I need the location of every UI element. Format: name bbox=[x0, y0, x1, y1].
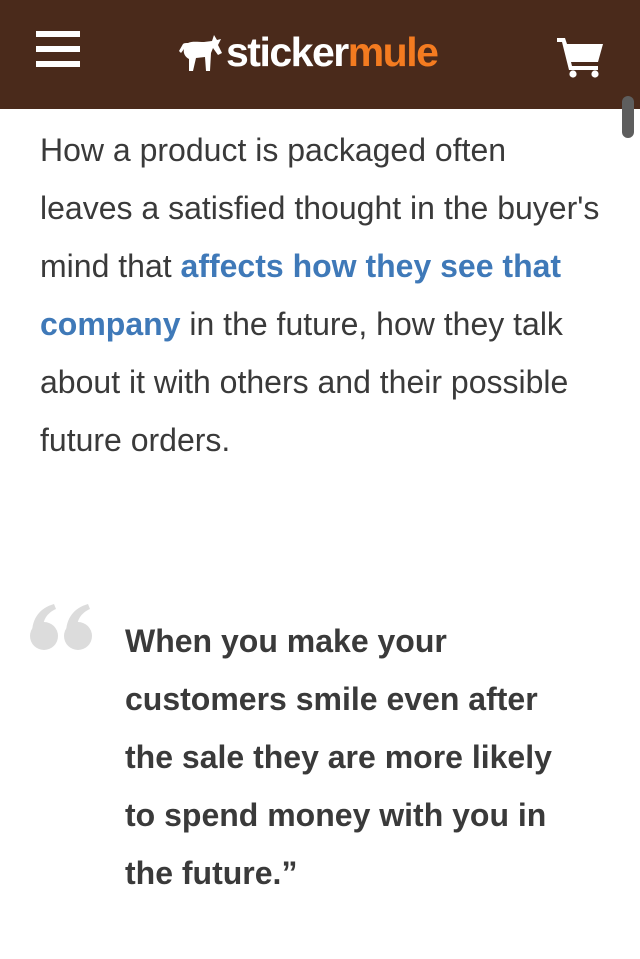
hamburger-menu-icon[interactable] bbox=[36, 31, 82, 73]
logo-wordmark: stickermule bbox=[226, 28, 439, 75]
mule-icon bbox=[179, 35, 222, 71]
logo-text-mule: mule bbox=[347, 28, 439, 75]
quote-icon bbox=[30, 604, 92, 650]
logo-text-sticker: sticker bbox=[226, 28, 349, 75]
scrollbar[interactable] bbox=[622, 96, 634, 138]
menu-bar bbox=[36, 61, 80, 67]
intro-paragraph: How a product is packaged often leaves a… bbox=[40, 121, 600, 469]
menu-bar bbox=[36, 46, 80, 52]
site-header: stickermule bbox=[0, 0, 640, 109]
menu-bar bbox=[36, 31, 80, 37]
pull-quote: When you make your customers smile even … bbox=[125, 623, 552, 891]
sticker-mule-logo[interactable]: stickermule bbox=[178, 27, 439, 77]
cart-icon[interactable] bbox=[555, 36, 605, 78]
article-body: How a product is packaged often leaves a… bbox=[40, 121, 600, 469]
